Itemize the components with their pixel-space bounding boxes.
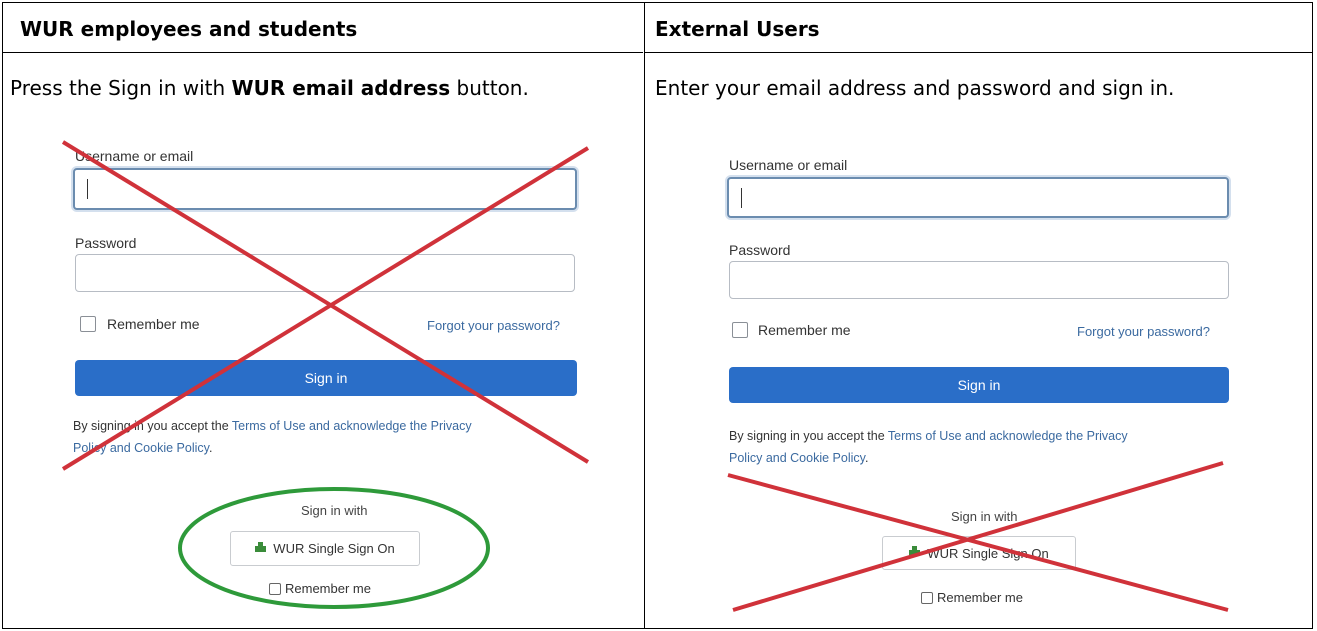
employees-heading: WUR employees and students [20, 17, 358, 41]
right-cell: External Users Enter your email address … [645, 3, 1312, 628]
remember-label: Remember me [758, 322, 851, 338]
sso-caption: Sign in with [301, 503, 368, 518]
remember-label: Remember me [107, 316, 200, 332]
wur-email-address-emphasis: WUR email address [231, 76, 451, 100]
terms-text: By signing in you accept the Terms of Us… [73, 419, 472, 455]
sso-remember[interactable]: Remember me [921, 590, 1023, 605]
instruction-table: WUR employees and students Press the Sig… [2, 2, 1313, 629]
sign-in-button[interactable]: Sign in [75, 360, 577, 396]
remember-checkbox[interactable] [80, 316, 96, 332]
checkbox-icon [921, 592, 933, 604]
checkbox-icon [269, 583, 281, 595]
hat-icon [255, 541, 267, 552]
privacy-link: Policy and Cookie Policy [73, 441, 209, 455]
wur-sso-button[interactable]: WUR Single Sign On [882, 536, 1076, 570]
password-input[interactable] [729, 261, 1229, 299]
wur-sso-button[interactable]: WUR Single Sign On [230, 531, 420, 566]
username-label: Username or email [729, 157, 848, 173]
external-heading: External Users [655, 17, 820, 41]
sso-remember[interactable]: Remember me [269, 581, 371, 596]
remember-checkbox[interactable] [732, 322, 748, 338]
username-input[interactable] [727, 177, 1229, 218]
password-label: Password [75, 235, 137, 251]
sign-in-button[interactable]: Sign in [729, 367, 1229, 403]
username-label: Username or email [75, 148, 194, 164]
hat-icon [909, 546, 921, 556]
header-row-divider [645, 52, 1312, 53]
employees-instruction: Press the Sign in with WUR email address… [10, 76, 529, 100]
text-caret [87, 179, 88, 199]
username-input[interactable] [73, 168, 577, 210]
header-row-divider [3, 52, 643, 53]
text-caret [741, 188, 742, 208]
forgot-password-link[interactable]: Forgot your password? [427, 318, 560, 333]
sso-caption: Sign in with [951, 509, 1018, 524]
terms-link: Terms of Use and acknowledge the Privacy [231, 419, 472, 433]
external-instruction: Enter your email address and password an… [655, 76, 1175, 100]
forgot-password-link[interactable]: Forgot your password? [1077, 324, 1210, 339]
privacy-link: Policy and Cookie Policy [729, 451, 865, 465]
terms-text: By signing in you accept the Terms of Us… [729, 429, 1128, 465]
terms-link: Terms of Use and acknowledge the Privacy [887, 429, 1128, 443]
left-cell: WUR employees and students Press the Sig… [3, 3, 643, 628]
password-input[interactable] [75, 254, 575, 292]
password-label: Password [729, 242, 791, 258]
